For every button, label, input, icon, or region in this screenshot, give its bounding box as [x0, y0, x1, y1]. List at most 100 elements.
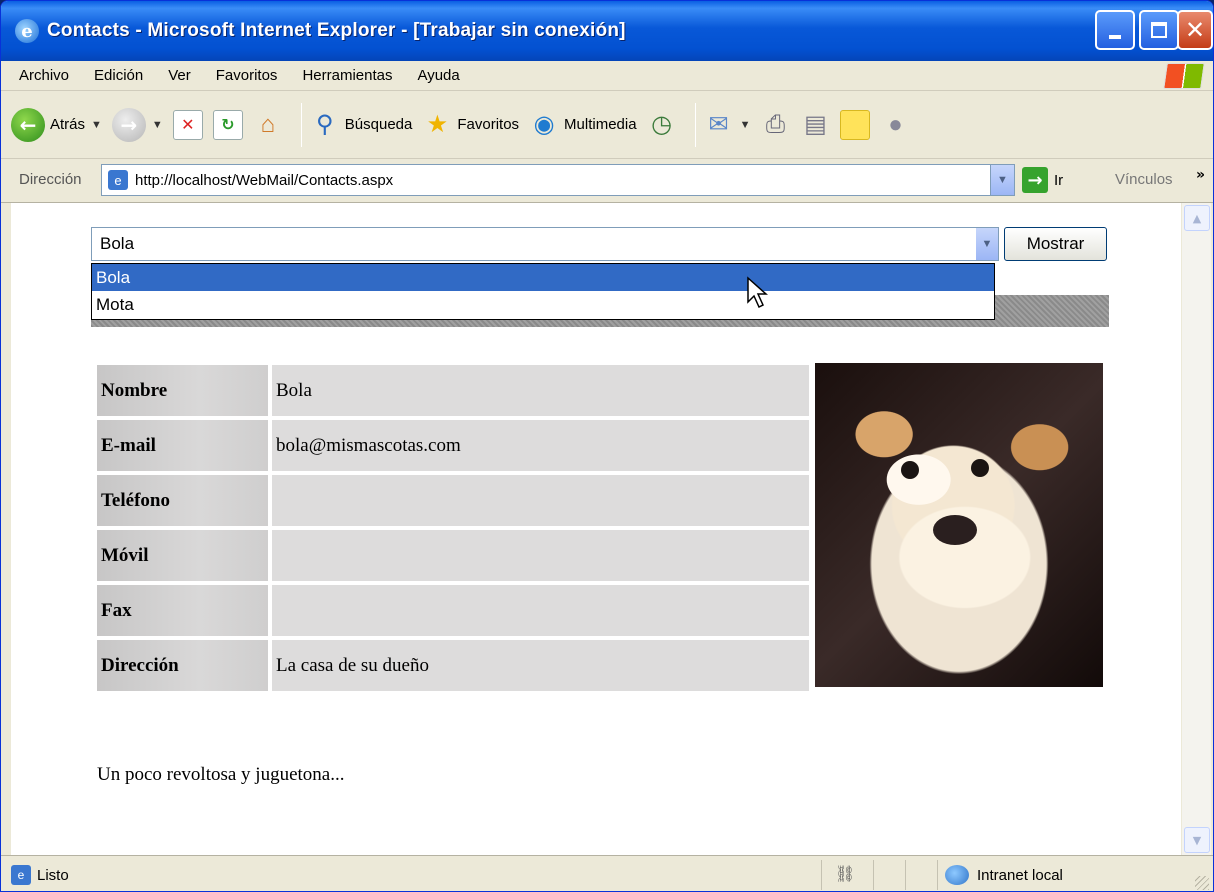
- print-icon: ⎙: [765, 110, 786, 138]
- notes-button[interactable]: [840, 109, 871, 140]
- favorites-button[interactable]: ★ Favoritos: [422, 110, 519, 140]
- option-bola[interactable]: Bola: [92, 264, 994, 291]
- chevron-up-icon: ▲: [1192, 211, 1202, 225]
- contact-table: Nombre Bola E-mail bola@mismascotas.com …: [93, 361, 813, 695]
- chevron-down-icon[interactable]: ▼: [740, 119, 751, 131]
- mail-icon: ✉: [708, 111, 729, 138]
- contact-dropdown-list: Bola Mota: [91, 263, 995, 320]
- address-label: Dirección: [19, 171, 82, 188]
- address-bar: Dirección e http://localhost/WebMail/Con…: [1, 159, 1213, 203]
- field-value: bola@mismascotas.com: [272, 420, 809, 471]
- note-icon: [840, 109, 871, 140]
- address-dropdown-button[interactable]: ▼: [990, 165, 1014, 195]
- status-divider: [905, 860, 906, 890]
- field-label: E-mail: [97, 420, 268, 471]
- edit-icon: ▤: [804, 111, 827, 138]
- search-icon: ⚲: [316, 111, 334, 138]
- search-button[interactable]: ⚲ Búsqueda: [310, 110, 413, 140]
- field-label: Móvil: [97, 530, 268, 581]
- stop-button[interactable]: ✕: [172, 109, 203, 140]
- table-row: Teléfono: [97, 475, 809, 526]
- field-label: Dirección: [97, 640, 268, 691]
- links-label[interactable]: Vínculos: [1115, 171, 1173, 188]
- back-label: Atrás: [50, 116, 86, 133]
- show-button[interactable]: Mostrar: [1004, 227, 1107, 261]
- resize-grip[interactable]: [1195, 876, 1209, 890]
- refresh-button[interactable]: ↻: [212, 109, 243, 140]
- menu-ayuda[interactable]: Ayuda: [417, 67, 459, 84]
- print-button[interactable]: ⎙: [760, 110, 790, 140]
- media-label: Multimedia: [564, 116, 637, 133]
- zone-label: Intranet local: [977, 866, 1063, 884]
- refresh-icon: ↻: [212, 109, 243, 140]
- contact-select-value: Bola: [100, 234, 135, 253]
- select-arrow-button[interactable]: ▼: [976, 228, 998, 260]
- go-button[interactable]: → Ir: [1022, 167, 1063, 193]
- chevron-down-icon[interactable]: ▼: [152, 119, 163, 131]
- maximize-icon: [1151, 22, 1167, 38]
- contact-description: Un poco revoltosa y juguetona...: [97, 764, 345, 785]
- field-value: La casa de su dueño: [272, 640, 809, 691]
- go-arrow-icon: →: [1022, 167, 1048, 193]
- field-label: Teléfono: [97, 475, 268, 526]
- history-button[interactable]: ◷: [647, 110, 677, 140]
- mouse-cursor-icon: [747, 276, 768, 309]
- window-title: Contacts - Microsoft Internet Explorer -…: [47, 20, 626, 41]
- vertical-scrollbar[interactable]: ▲ ▼: [1181, 203, 1211, 855]
- maximize-button[interactable]: [1139, 10, 1179, 50]
- photo-eye: [901, 461, 919, 479]
- scroll-down-button[interactable]: ▼: [1184, 827, 1210, 853]
- minimize-icon: [1109, 35, 1121, 39]
- address-url: http://localhost/WebMail/Contacts.aspx: [135, 171, 394, 189]
- page-icon: e: [11, 865, 31, 885]
- table-row: Nombre Bola: [97, 365, 809, 416]
- status-text: Listo: [37, 866, 69, 884]
- address-input[interactable]: e http://localhost/WebMail/Contacts.aspx…: [101, 164, 1015, 196]
- table-row: Dirección La casa de su dueño: [97, 640, 809, 691]
- contact-photo: [815, 363, 1103, 687]
- scroll-up-button[interactable]: ▲: [1184, 205, 1210, 231]
- menu-favoritos[interactable]: Favoritos: [216, 67, 278, 84]
- field-value: [272, 475, 809, 526]
- favorites-label: Favoritos: [457, 116, 520, 133]
- search-label: Búsqueda: [344, 116, 413, 133]
- menu-ver[interactable]: Ver: [168, 67, 191, 84]
- chevron-down-icon[interactable]: ▼: [91, 119, 102, 131]
- status-divider: [821, 860, 822, 890]
- edit-button[interactable]: ▤: [800, 110, 830, 140]
- menu-archivo[interactable]: Archivo: [19, 67, 69, 84]
- back-arrow-icon: ←: [11, 107, 45, 142]
- media-button[interactable]: ◉ Multimedia: [529, 110, 637, 140]
- contact-select[interactable]: Bola ▼: [91, 227, 999, 261]
- page-icon: e: [108, 170, 128, 190]
- toolbar-separator: [300, 102, 302, 147]
- title-bar[interactable]: e Contacts - Microsoft Internet Explorer…: [1, 1, 1213, 61]
- close-button[interactable]: ✕: [1177, 10, 1213, 50]
- table-row: Móvil: [97, 530, 809, 581]
- chevron-down-icon: ▼: [1192, 833, 1202, 847]
- status-bar: e Listo ⛓ Intranet local: [1, 855, 1213, 891]
- field-value: Bola: [272, 365, 809, 416]
- mail-button[interactable]: ✉ ▼: [704, 110, 751, 140]
- minimize-button[interactable]: [1095, 10, 1135, 50]
- menu-herramientas[interactable]: Herramientas: [302, 67, 392, 84]
- forward-button[interactable]: → ▼: [111, 107, 163, 142]
- intranet-globe-icon: [945, 865, 969, 885]
- back-button[interactable]: ← Atrás ▼: [11, 107, 102, 142]
- toolbar: ← Atrás ▼ → ▼ ✕ ↻ ⌂ ⚲ Búsqueda ★ Favorit…: [1, 91, 1213, 159]
- table-row: E-mail bola@mismascotas.com: [97, 420, 809, 471]
- menu-bar: Archivo Edición Ver Favoritos Herramient…: [1, 61, 1213, 91]
- ie-icon: e: [15, 19, 39, 43]
- messenger-button[interactable]: ●: [880, 110, 910, 140]
- photo-nose: [933, 515, 977, 545]
- star-icon: ★: [426, 111, 449, 138]
- photo-eye: [971, 459, 989, 477]
- chevron-right-icon[interactable]: »: [1196, 167, 1205, 183]
- menu-edicion[interactable]: Edición: [94, 67, 143, 84]
- home-button[interactable]: ⌂: [253, 110, 283, 140]
- field-label: Fax: [97, 585, 268, 636]
- browser-window: e Contacts - Microsoft Internet Explorer…: [0, 0, 1214, 892]
- option-mota[interactable]: Mota: [92, 291, 994, 318]
- table-row: Fax: [97, 585, 809, 636]
- history-icon: ◷: [651, 111, 673, 138]
